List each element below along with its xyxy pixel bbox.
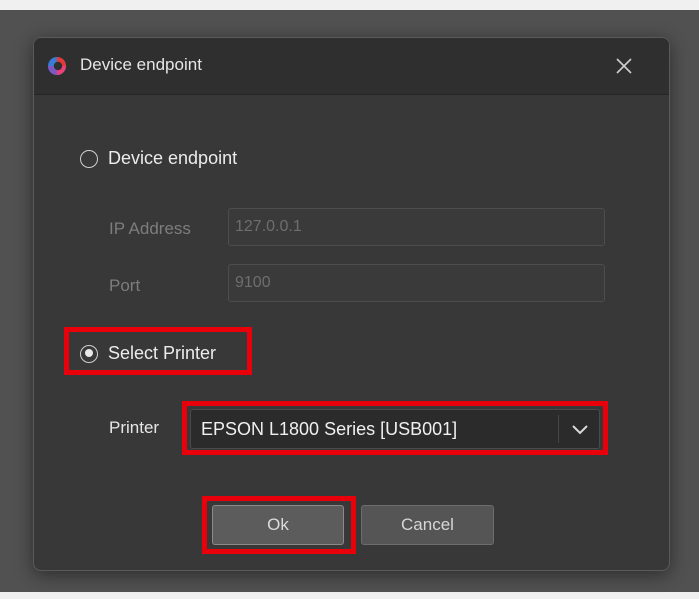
screenshot-background: Device endpoint Device endpoint IP Addre…	[0, 0, 699, 599]
dropdown-divider	[558, 415, 559, 443]
title-bar: Device endpoint	[34, 38, 669, 95]
port-label: Port	[109, 276, 141, 295]
frame-top-strip	[0, 0, 699, 10]
printer-label: Printer	[109, 418, 160, 437]
select-printer-radio-label: Select Printer	[108, 343, 217, 363]
ok-button[interactable]: Ok	[212, 505, 344, 545]
select-printer-radio-option[interactable]: Select Printer	[80, 343, 216, 364]
frame-bottom-strip	[0, 592, 699, 599]
app-logo-icon	[48, 57, 66, 75]
ip-address-input[interactable]: 127.0.0.1	[228, 208, 605, 246]
device-endpoint-radio[interactable]	[80, 149, 98, 168]
select-printer-radio[interactable]	[80, 344, 98, 363]
close-button[interactable]	[601, 48, 647, 84]
cancel-button[interactable]: Cancel	[361, 505, 494, 545]
device-endpoint-radio-option[interactable]: Device endpoint	[80, 148, 237, 169]
printer-dropdown-value: EPSON L1800 Series [USB001]	[201, 419, 458, 439]
port-input[interactable]: 9100	[228, 264, 605, 302]
chevron-down-icon[interactable]	[569, 418, 591, 440]
device-endpoint-radio-label: Device endpoint	[108, 148, 238, 168]
ip-address-label: IP Address	[109, 219, 191, 238]
dialog-title: Device endpoint	[80, 55, 202, 74]
device-endpoint-dialog: Device endpoint Device endpoint IP Addre…	[33, 37, 670, 571]
printer-dropdown[interactable]: EPSON L1800 Series [USB001]	[190, 409, 600, 449]
close-icon	[616, 58, 632, 74]
